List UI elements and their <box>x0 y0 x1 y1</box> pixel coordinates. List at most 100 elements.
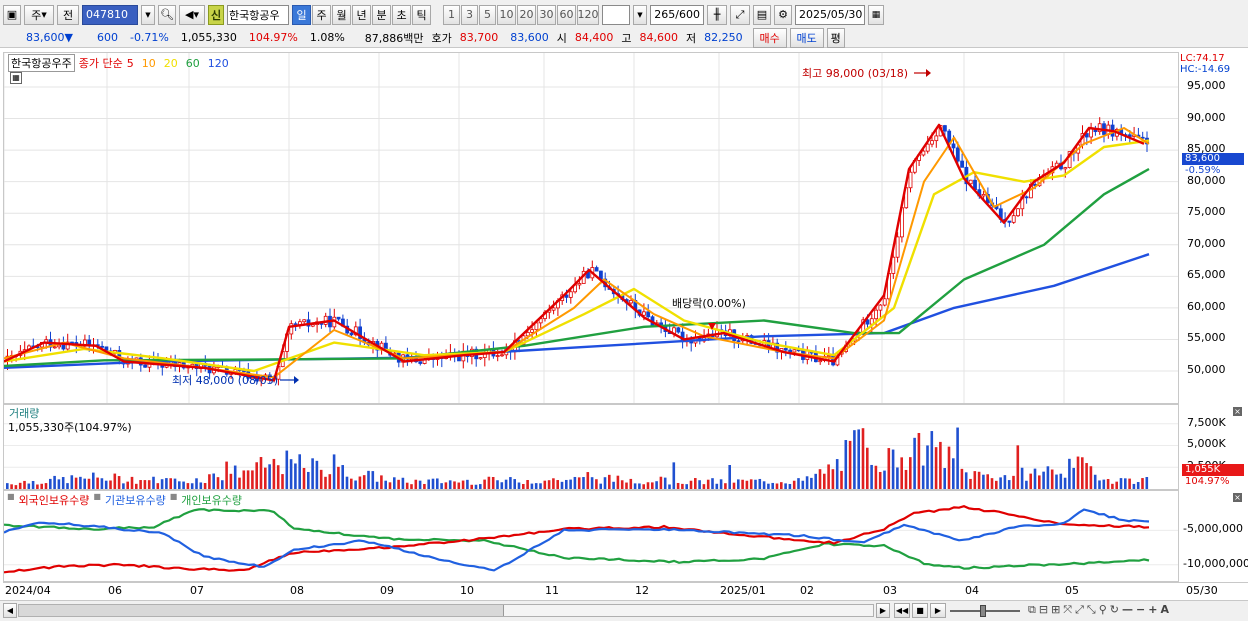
sell-button[interactable]: 매도 <box>789 27 824 48</box>
volume-bar <box>934 447 938 489</box>
volume-bar <box>792 480 796 489</box>
layout-3-icon[interactable]: ⊞ <box>1051 603 1060 617</box>
magnify-icon[interactable]: ⚲ <box>1099 603 1107 617</box>
scrollbar-thumb[interactable] <box>503 605 873 616</box>
layout-2-icon[interactable]: ⊟ <box>1039 603 1048 617</box>
interval-tab-2[interactable]: 5 <box>479 4 496 25</box>
buy-button[interactable]: 매수 <box>752 27 787 48</box>
interval-tab-0[interactable]: 1 <box>443 4 460 25</box>
period-tab-5[interactable]: 초 <box>392 4 411 25</box>
data-count-input[interactable]: 265/600 <box>650 4 704 25</box>
zoom-minus-icon[interactable]: − <box>1136 603 1145 617</box>
interval-dropdown-button[interactable]: ▼ <box>633 4 647 25</box>
zoom-out-icon[interactable]: — <box>1122 603 1133 617</box>
settings-gear-icon[interactable]: ⚙ <box>774 4 792 25</box>
x-tick: 2024/04 <box>5 584 51 597</box>
volume-bar <box>569 479 572 489</box>
interval-custom-input[interactable] <box>602 4 630 25</box>
candle-body <box>930 140 934 145</box>
interval-tab-3[interactable]: 10 <box>497 4 516 25</box>
candle-body <box>418 361 423 364</box>
sound-icon[interactable]: ◀▾ <box>179 4 205 25</box>
scroll-left-icon[interactable]: ◀ <box>3 603 17 618</box>
volume-bar <box>302 467 306 489</box>
volume-bar <box>960 468 964 489</box>
code-dropdown-button[interactable]: ▼ <box>141 4 155 25</box>
quote-bar: 83,600▼ 600 -0.71% 1,055,330 104.97% 1.0… <box>0 27 1248 48</box>
candle-body <box>826 355 831 357</box>
rewind-icon[interactable]: ◀◀ <box>894 603 910 618</box>
volume-bar <box>362 475 366 489</box>
menu-select-2[interactable]: 전 <box>57 4 79 25</box>
period-tab-1[interactable]: 주 <box>312 4 331 25</box>
interval-tab-6[interactable]: 60 <box>557 4 576 25</box>
legend-stock-name[interactable]: 한국항공우주 <box>8 54 75 72</box>
period-tab-3[interactable]: 년 <box>352 4 371 25</box>
volume-bar <box>1050 469 1054 489</box>
volume-bar <box>943 468 946 489</box>
period-tab-4[interactable]: 분 <box>372 4 391 25</box>
volume-bar <box>53 475 56 489</box>
stop-icon[interactable]: ■ <box>912 603 928 618</box>
interval-tab-5[interactable]: 30 <box>537 4 556 25</box>
volume-bar <box>461 480 465 489</box>
period-tab-6[interactable]: 틱 <box>412 4 431 25</box>
interval-tab-7[interactable]: 120 <box>577 4 599 25</box>
interval-tab-1[interactable]: 3 <box>461 4 478 25</box>
volume-bar <box>990 478 994 489</box>
volume-bar <box>891 449 895 489</box>
candle-body <box>52 346 57 349</box>
volume-bar <box>182 481 185 489</box>
eval-button[interactable]: 평 <box>826 27 845 48</box>
zoom-plus-icon[interactable]: + <box>1148 603 1157 617</box>
table-view-icon[interactable]: ▦ <box>10 72 22 84</box>
scrollbar-track[interactable] <box>18 604 874 617</box>
font-size-icon[interactable]: A <box>1160 603 1169 617</box>
turnover-rate: 1.08% <box>309 31 345 44</box>
lc-value: LC:74.17 <box>1180 53 1225 64</box>
chart-layout-icon[interactable]: ▣ <box>3 4 21 25</box>
date-input[interactable]: 2025/05/30 <box>795 4 865 25</box>
x-tick: 06 <box>108 584 122 597</box>
volume-chart[interactable] <box>4 405 1179 490</box>
stock-code-input[interactable]: 047810 <box>82 4 138 25</box>
volume-bar <box>977 471 981 489</box>
volume-bar <box>788 483 792 489</box>
candle-type-icon[interactable]: ╫ <box>707 4 727 25</box>
trend-icon[interactable]: ⤡ <box>1087 603 1096 617</box>
volume-bar <box>603 477 607 489</box>
scroll-right-icon[interactable]: ▶ <box>876 603 890 618</box>
candle-body <box>981 193 986 197</box>
draw-tool-icon[interactable]: ⤢ <box>730 4 750 25</box>
volume-bar <box>31 480 35 489</box>
layout-1-icon[interactable]: ⧉ <box>1028 603 1036 617</box>
high-annotation: 최고 98,000 (03/18) <box>802 67 908 80</box>
holdings-legend-1: 기관보유수량 <box>104 494 166 507</box>
volume-bar <box>324 476 327 489</box>
play-icon[interactable]: ▶ <box>930 603 946 618</box>
price-tick: 90,000 <box>1187 110 1226 124</box>
menu-select-1[interactable]: 주 ▼ <box>24 4 54 25</box>
period-tab-2[interactable]: 월 <box>332 4 351 25</box>
interval-tab-4[interactable]: 20 <box>517 4 536 25</box>
price-tick: 70,000 <box>1187 236 1226 250</box>
volume-bar <box>509 477 512 489</box>
crosshair-icon[interactable]: ⤧ <box>1063 603 1072 617</box>
measure-icon[interactable]: ⤢ <box>1075 603 1084 617</box>
save-icon[interactable]: ▤ <box>753 4 771 25</box>
ask-price: 83,700 <box>459 31 499 44</box>
volume-bar <box>797 478 800 489</box>
candle-body <box>792 349 797 353</box>
volume-bar <box>831 469 835 489</box>
price-tick: 60,000 <box>1187 299 1226 313</box>
calendar-icon[interactable]: ▦ <box>868 4 884 25</box>
price-chart[interactable]: 최고 98,000 (03/18) 최저 48,000 (08/05) 배당락(0.… <box>4 53 1179 404</box>
volume-bar <box>397 479 400 489</box>
period-tab-0[interactable]: 일 <box>292 4 311 25</box>
holdings-tick: -5,000,000 <box>1183 522 1243 536</box>
zoom-slider-handle[interactable] <box>980 605 986 617</box>
volume-bar <box>1025 480 1028 489</box>
reset-icon[interactable]: ↻ <box>1110 603 1119 617</box>
search-icon[interactable]: 🔍︎ <box>158 4 176 25</box>
zoom-slider[interactable] <box>950 605 1020 617</box>
